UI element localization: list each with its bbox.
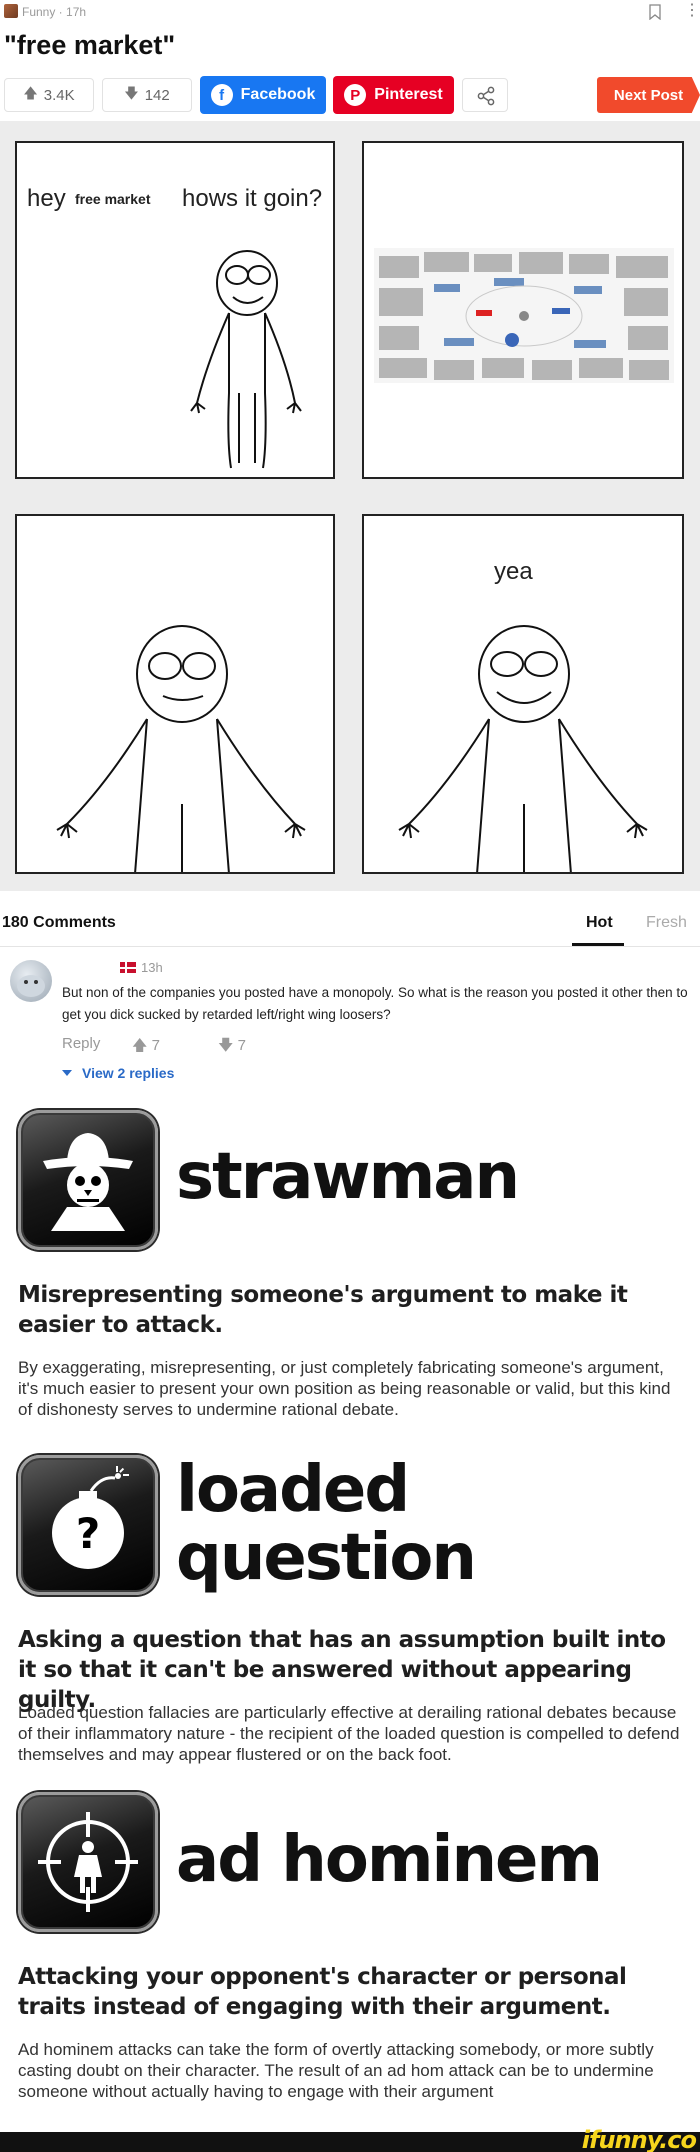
view-replies-label: View 2 replies <box>82 1065 175 1081</box>
fallacy-description-ad-hominem: Ad hominem attacks can take the form of … <box>18 2040 654 2101</box>
stick-figure-standing <box>56 625 306 872</box>
facebook-share-button[interactable]: f Facebook <box>200 76 326 114</box>
fallacy-name-question: question <box>176 1521 477 1595</box>
comic-panel-4: yea <box>362 514 684 874</box>
pinterest-icon: P <box>344 84 367 106</box>
commenter-avatar[interactable] <box>10 960 52 1002</box>
fallacy-description-loaded-question: Loaded question fallacies are particular… <box>18 1703 680 1764</box>
fallacy-description-strawman: By exaggerating, misrepresenting, or jus… <box>18 1358 671 1419</box>
arrow-down-icon: 🡇 <box>124 85 139 101</box>
bomb-question-icon: ? <box>18 1455 158 1595</box>
meme-image: hey free market hows it goin? yea <box>0 121 700 891</box>
comment-downvote-button[interactable]: 🡇 7 <box>218 1035 246 1060</box>
denmark-flag-icon <box>120 962 136 973</box>
downvote-count: 142 <box>144 86 170 104</box>
next-post-button[interactable]: Next Post <box>597 77 700 113</box>
downvote-button[interactable]: 🡇 142 <box>102 78 192 112</box>
panel-1-text-free-market: free market <box>75 191 151 207</box>
facebook-label: Facebook <box>240 86 316 103</box>
fallacy-subtitle-ad-hominem: Attacking your opponent's character or p… <box>18 1964 627 2020</box>
facebook-icon: f <box>210 84 233 106</box>
post-title: "free market" <box>4 30 176 60</box>
post-meta: Funny · 17h <box>22 5 87 19</box>
more-options-icon[interactable]: ⋮ <box>684 3 700 21</box>
watermark-bar: ifunny.co <box>0 2126 700 2152</box>
arrow-up-icon: 🡅 <box>23 85 38 101</box>
crosshair-person-icon <box>18 1792 158 1932</box>
ifunny-watermark: ifunny.co <box>581 2126 697 2152</box>
comic-panel-1: hey free market hows it goin? <box>15 141 335 479</box>
caret-down-icon <box>62 1070 72 1076</box>
comments-count: 180 Comments <box>2 914 116 931</box>
stick-figure-smiling <box>398 625 648 872</box>
arrow-down-icon: 🡇 <box>218 1037 234 1054</box>
arrow-up-icon: 🡅 <box>132 1037 148 1054</box>
svg-text:?: ? <box>76 1509 100 1558</box>
share-icon <box>477 86 495 106</box>
comment-text: But non of the companies you posted have… <box>62 985 688 1022</box>
brands-chart-image <box>374 248 674 383</box>
comment-upvote-button[interactable]: 🡅 7 <box>132 1035 160 1060</box>
upvote-button[interactable]: 🡅 3.4K <box>4 78 94 112</box>
comment-upvote-count: 7 <box>151 1037 160 1054</box>
fallacy-name-ad-hominem: ad hominem <box>176 1823 603 1897</box>
bookmark-icon[interactable] <box>648 4 662 20</box>
scarecrow-icon <box>18 1110 158 1250</box>
fallacy-name-strawman: strawman <box>176 1140 520 1214</box>
pinterest-share-button[interactable]: P Pinterest <box>333 76 454 114</box>
upvote-count: 3.4K <box>43 86 75 104</box>
fallacy-subtitle-strawman: Misrepresenting someone's argument to ma… <box>18 1282 628 1338</box>
comments-header: 180 Comments Hot Fresh <box>0 905 700 947</box>
pinterest-label: Pinterest <box>374 86 443 103</box>
share-button[interactable] <box>462 78 508 112</box>
post-header: Funny · 17h ⋮ <box>0 0 700 28</box>
stick-figure-waving <box>190 250 302 469</box>
tab-fresh[interactable]: Fresh <box>646 914 687 932</box>
panel-1-text-question: hows it goin? <box>182 185 323 212</box>
comment-item: 13h But non of the companies you posted … <box>0 950 700 1100</box>
reply-button[interactable]: Reply <box>62 1035 100 1052</box>
author-avatar[interactable] <box>4 4 18 18</box>
panel-4-text: yea <box>494 558 533 585</box>
comic-panel-3 <box>15 514 335 874</box>
fallacy-name-loaded: loaded <box>176 1453 410 1527</box>
tab-hot-indicator <box>572 943 624 946</box>
action-bar: 🡅 3.4K 🡇 142 f Facebook P Pinterest Next… <box>0 74 700 116</box>
comic-panel-2 <box>362 141 684 479</box>
comment-time: 13h <box>141 960 163 975</box>
view-replies-button[interactable]: View 2 replies <box>62 1065 174 1081</box>
tab-hot[interactable]: Hot <box>586 914 613 932</box>
panel-1-text-hey: hey <box>27 185 66 212</box>
comment-downvote-count: 7 <box>237 1037 246 1054</box>
